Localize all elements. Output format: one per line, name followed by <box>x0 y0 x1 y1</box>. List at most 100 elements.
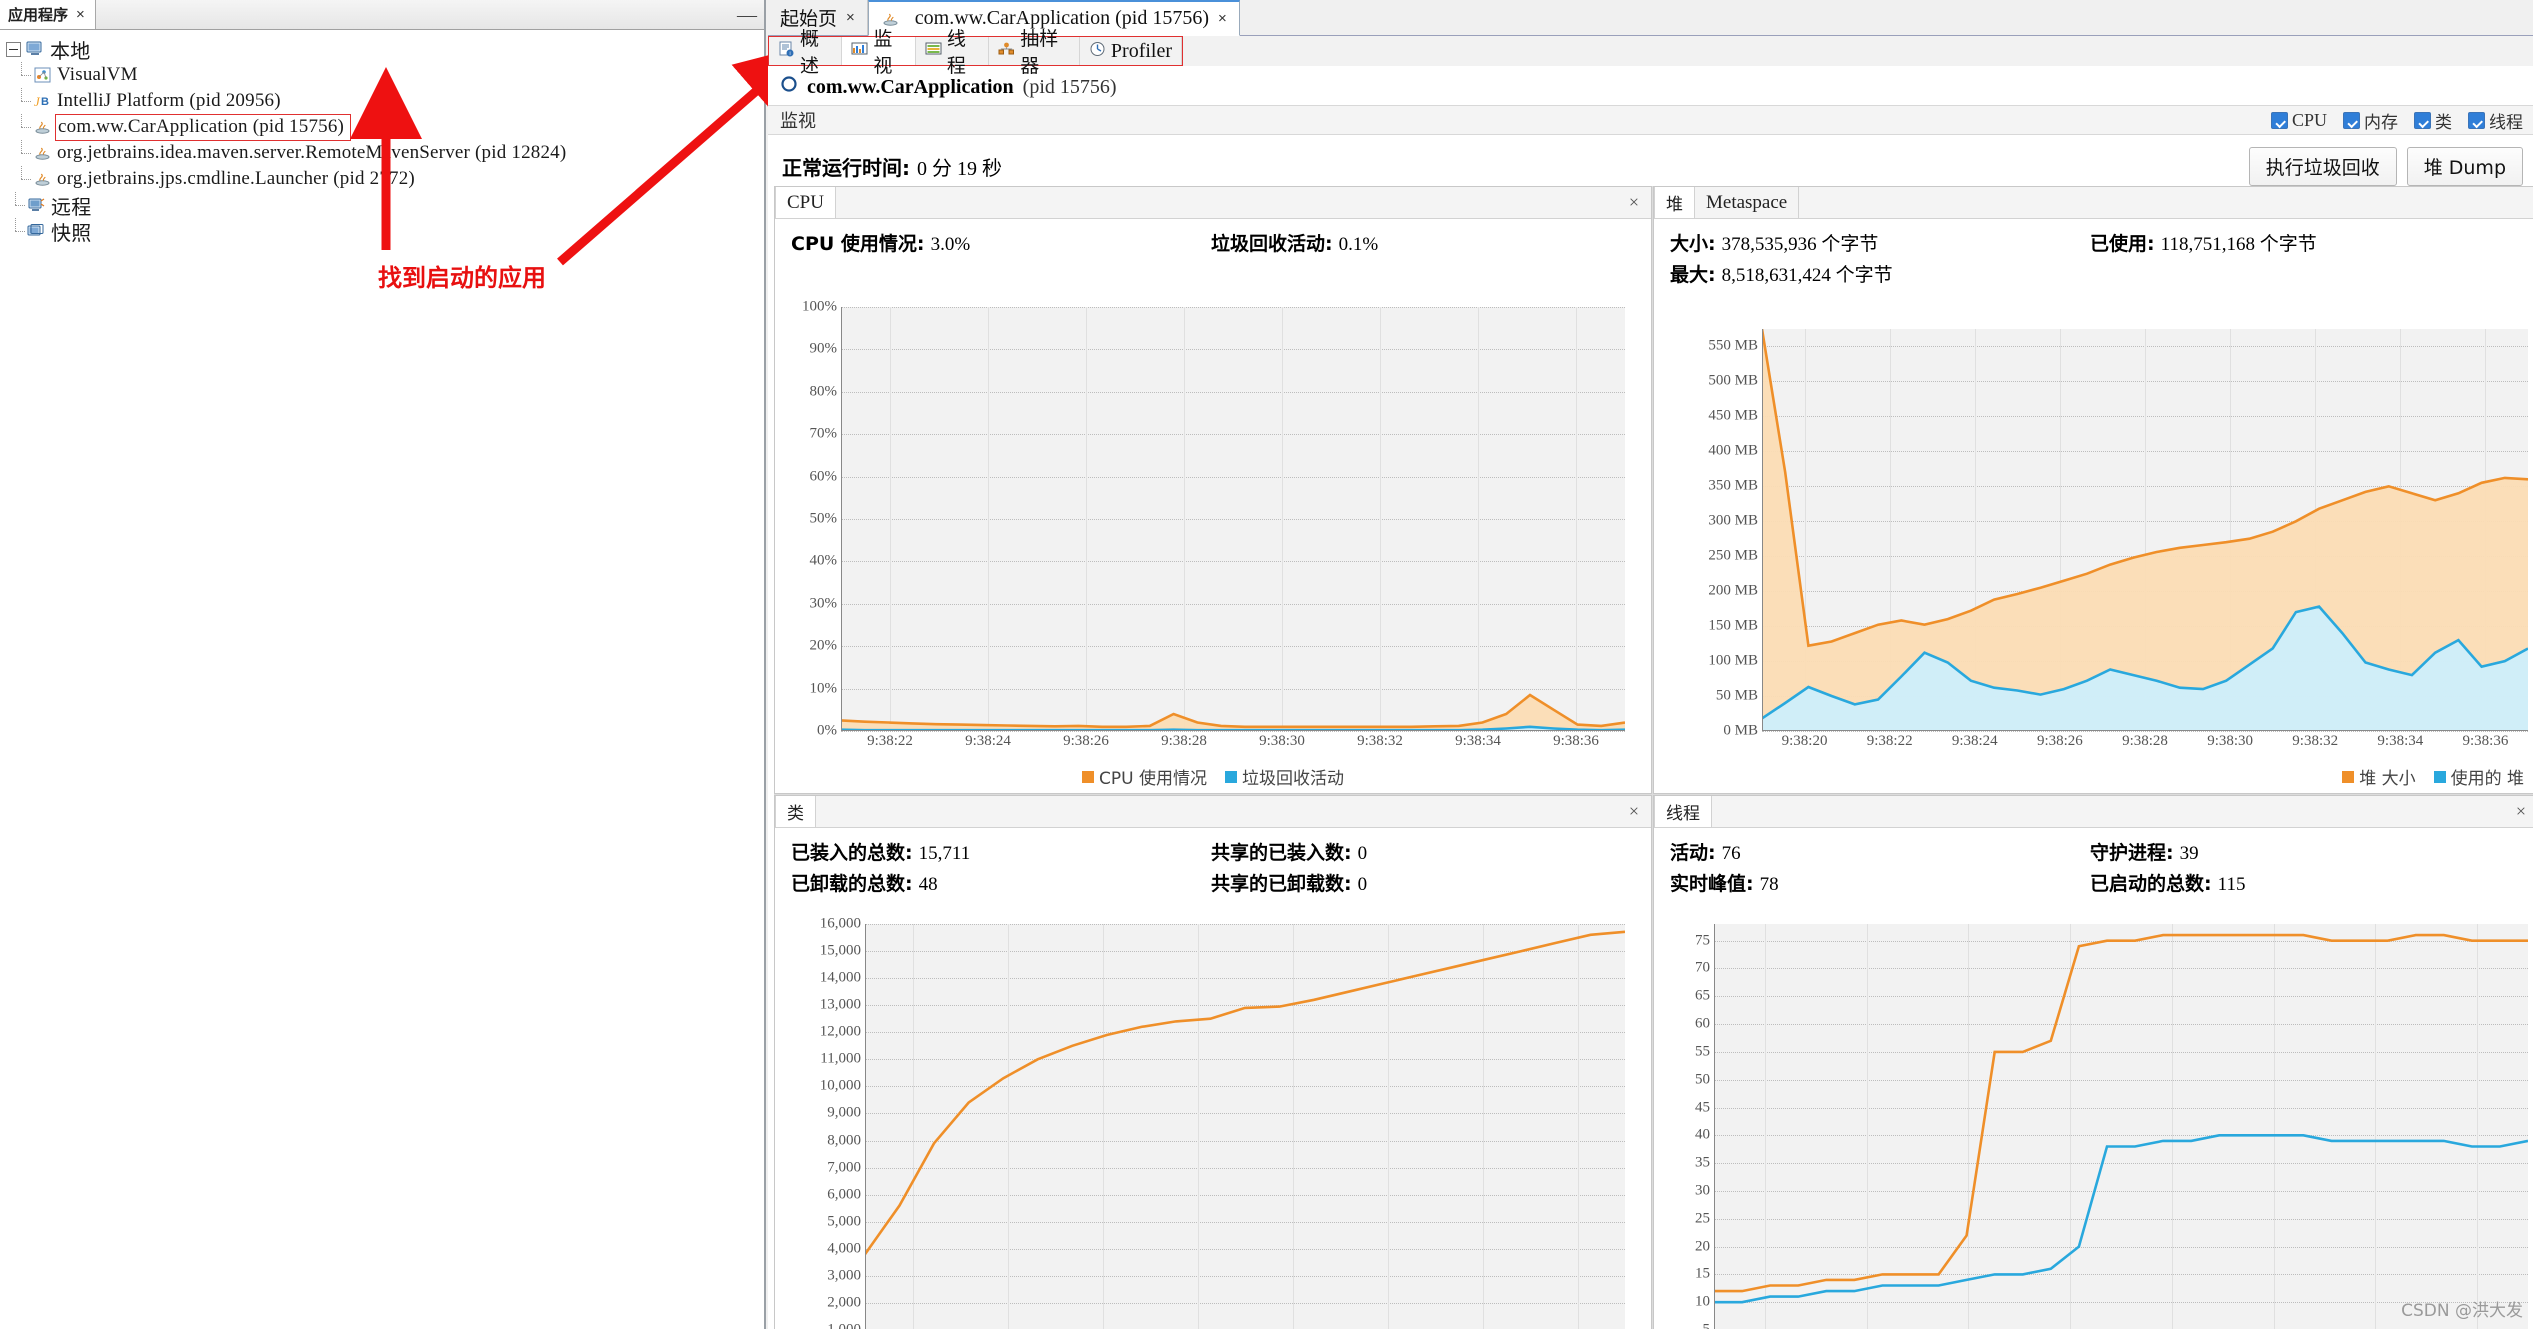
applications-tabstrip: 应用程序 × — <box>0 0 764 30</box>
threads-panel: 线程 × 活动: 76 守护进程: 39 实时峰值: 78 已启动的总数: 11… <box>1653 795 2533 1329</box>
subtab-sampler-label: 抽样器 <box>1020 28 1059 77</box>
tree-node-carapplication[interactable]: com.ww.CarApplication (pid 15756) <box>0 113 764 141</box>
tree-guide <box>12 88 32 114</box>
tab-applications[interactable]: 应用程序 × <box>0 0 96 29</box>
checkbox-classes-box[interactable] <box>2414 111 2431 129</box>
cpu-chart-legend: CPU 使用情况 垃圾回收活动 <box>775 764 1651 789</box>
classes-chart[interactable]: 1,000 2,000 3,000 4,000 5,000 6,000 7,000 8,000… <box>820 916 1625 1329</box>
classes-panel: 类 × 已装入的总数: 15,711 共享的已装入数: 0 已卸载的总数: 48… <box>774 795 1652 1329</box>
subtab-monitor[interactable]: 监视 <box>842 28 916 77</box>
classes-loaded-value: 15,711 <box>918 843 971 864</box>
cpu-stats: CPU 使用情况: 3.0% 垃圾回收活动: 0.1% <box>775 219 1651 262</box>
tree-guide <box>6 192 26 218</box>
tree-node-intellij[interactable]: JB IntelliJ Platform (pid 20956) <box>0 88 764 114</box>
cpu-chart[interactable]: 0% 10% 20% 30% 40% 50% 60% 70% 80% 90% 100% 9:38:22… <box>802 299 1625 749</box>
heap-tab[interactable]: 堆 <box>1654 187 1695 218</box>
view-subtabs-wrapper: i 概述 监视 线程 抽样器 Profiler <box>768 28 2533 77</box>
legend-item[interactable]: 堆 大小 <box>2342 764 2416 789</box>
subtab-sampler[interactable]: 抽样器 <box>989 28 1080 77</box>
y-axis-tick: 10,000 <box>819 1077 861 1094</box>
threads-daemon-key: 守护进程: <box>2090 842 2174 864</box>
x-axis-tick: 9:38:28 <box>2122 733 2168 749</box>
threads-chart[interactable]: 5 10 15 20 25 30 35 40 45 50 55 60 65 70 75 <box>1695 924 2528 1329</box>
heap-chart[interactable]: 0 MB 50 MB 100 MB 150 MB 200 MB 250 MB 300 MB 3… <box>1708 329 2528 749</box>
checkbox-cpu-box[interactable] <box>2270 111 2288 129</box>
y-axis-tick: 550 MB <box>1708 337 1758 354</box>
heap-panel: 堆 Metaspace 大小: 378,535,936 个字节 已使用: 118… <box>1653 186 2533 794</box>
subtab-profiler[interactable]: Profiler <box>1080 37 1182 65</box>
y-axis-tick: 40% <box>809 552 838 569</box>
x-axis-tick: 9:38:20 <box>1781 733 1828 749</box>
threads-live-value: 76 <box>1721 843 1741 864</box>
y-axis-tick: 7,000 <box>827 1159 861 1176</box>
close-icon[interactable]: × <box>76 6 85 23</box>
metaspace-tab[interactable]: Metaspace <box>1695 187 1800 218</box>
x-axis <box>841 730 1625 731</box>
checkbox-cpu[interactable]: CPU <box>2270 109 2327 131</box>
x-axis-tick: 9:38:32 <box>1357 733 1403 749</box>
tree-node-intellij-label: IntelliJ Platform (pid 20956) <box>57 90 281 111</box>
checkbox-threads-box[interactable] <box>2468 111 2485 129</box>
y-axis-tick: 50 MB <box>1715 687 1758 704</box>
checkbox-memory-box[interactable] <box>2343 111 2360 129</box>
cpu-usage-key: CPU 使用情况: <box>791 233 925 255</box>
monitor-icon <box>851 40 868 62</box>
checkbox-classes[interactable]: 类 <box>2414 108 2452 133</box>
classes-loaded-stat: 已装入的总数: 15,711 <box>791 838 1211 865</box>
checkbox-memory[interactable]: 内存 <box>2343 108 2398 133</box>
close-icon[interactable]: × <box>1629 801 1643 822</box>
checkbox-threads[interactable]: 线程 <box>2468 108 2523 133</box>
heap-used-value: 118,751,168 个字节 <box>2160 234 2317 255</box>
watermark: CSDN @洪大发 <box>2401 1301 2523 1321</box>
y-axis-tick: 75 <box>1695 932 1710 949</box>
threads-peak-value: 78 <box>1759 874 1779 895</box>
legend-item[interactable]: CPU 使用情况 <box>1082 764 1207 789</box>
monitor-section-label: 监视 <box>780 111 816 132</box>
close-icon[interactable]: × <box>1629 192 1643 213</box>
checkbox-memory-label: 内存 <box>2364 112 2398 133</box>
tree-node-snapshots[interactable]: 快照 <box>0 218 764 245</box>
classes-shared-loaded-stat: 共享的已装入数: 0 <box>1211 838 1651 865</box>
subtab-threads[interactable]: 线程 <box>916 28 990 77</box>
y-axis-tick: 70% <box>809 425 838 442</box>
x-axis-tick: 9:38:28 <box>1161 733 1207 749</box>
y-axis-tick: 500 MB <box>1708 372 1758 389</box>
y-axis-tick: 60% <box>809 468 838 485</box>
perform-gc-button[interactable]: 执行垃圾回收 <box>2248 147 2397 186</box>
close-icon[interactable]: × <box>846 9 855 26</box>
series-line <box>1714 1134 2528 1304</box>
tree-node-visualvm[interactable]: VisualVM <box>0 62 764 88</box>
classes-shared-loaded-key: 共享的已装入数: <box>1211 842 1352 864</box>
legend-item[interactable]: 垃圾回收活动 <box>1224 764 1344 789</box>
close-icon[interactable]: × <box>1218 10 1227 27</box>
tree-node-local[interactable]: 本地 <box>0 36 764 63</box>
threads-started-stat: 已启动的总数: 115 <box>2090 869 2533 896</box>
annotation-label: 找到启动的应用 <box>378 264 546 292</box>
minimize-icon[interactable]: — <box>730 0 764 29</box>
checkbox-cpu-label: CPU <box>2291 109 2327 130</box>
heap-dump-button[interactable]: 堆 Dump <box>2406 147 2523 186</box>
legend-item[interactable]: 使用的 堆 <box>2433 764 2524 789</box>
cpu-panel-title: CPU <box>775 187 836 218</box>
y-axis-tick: 35 <box>1695 1154 1710 1171</box>
close-icon[interactable]: × <box>2516 801 2530 822</box>
tree-node-remotemavenserver[interactable]: org.jetbrains.idea.maven.server.RemoteMa… <box>0 140 764 166</box>
tree-guide <box>6 218 26 244</box>
subtab-threads-label: 线程 <box>946 28 966 77</box>
y-axis-tick: 400 MB <box>1708 442 1758 459</box>
classes-unloaded-stat: 已卸载的总数: 48 <box>791 869 1211 896</box>
x-axis-tick: 9:38:24 <box>1951 733 1998 749</box>
intellij-icon: JB <box>32 92 52 110</box>
y-axis-tick: 30 <box>1695 1182 1710 1199</box>
tree-node-remote[interactable]: 远程 <box>0 192 764 219</box>
threads-live-stat: 活动: 76 <box>1670 838 2090 865</box>
checkbox-threads-label: 线程 <box>2489 112 2523 133</box>
tree-node-jpslauncher[interactable]: org.jetbrains.jps.cmdline.Launcher (pid … <box>0 166 764 192</box>
collapse-icon[interactable] <box>6 41 21 57</box>
legend-label: 使用的 堆 <box>2450 769 2524 789</box>
subtab-overview[interactable]: i 概述 <box>769 28 843 77</box>
profiler-icon <box>1089 40 1106 63</box>
y-axis-tick: 14,000 <box>819 969 861 986</box>
monitor-section-bar: 监视 CPU 内存 类 线程 <box>768 105 2533 135</box>
classes-shared-unloaded-value: 0 <box>1357 874 1368 895</box>
